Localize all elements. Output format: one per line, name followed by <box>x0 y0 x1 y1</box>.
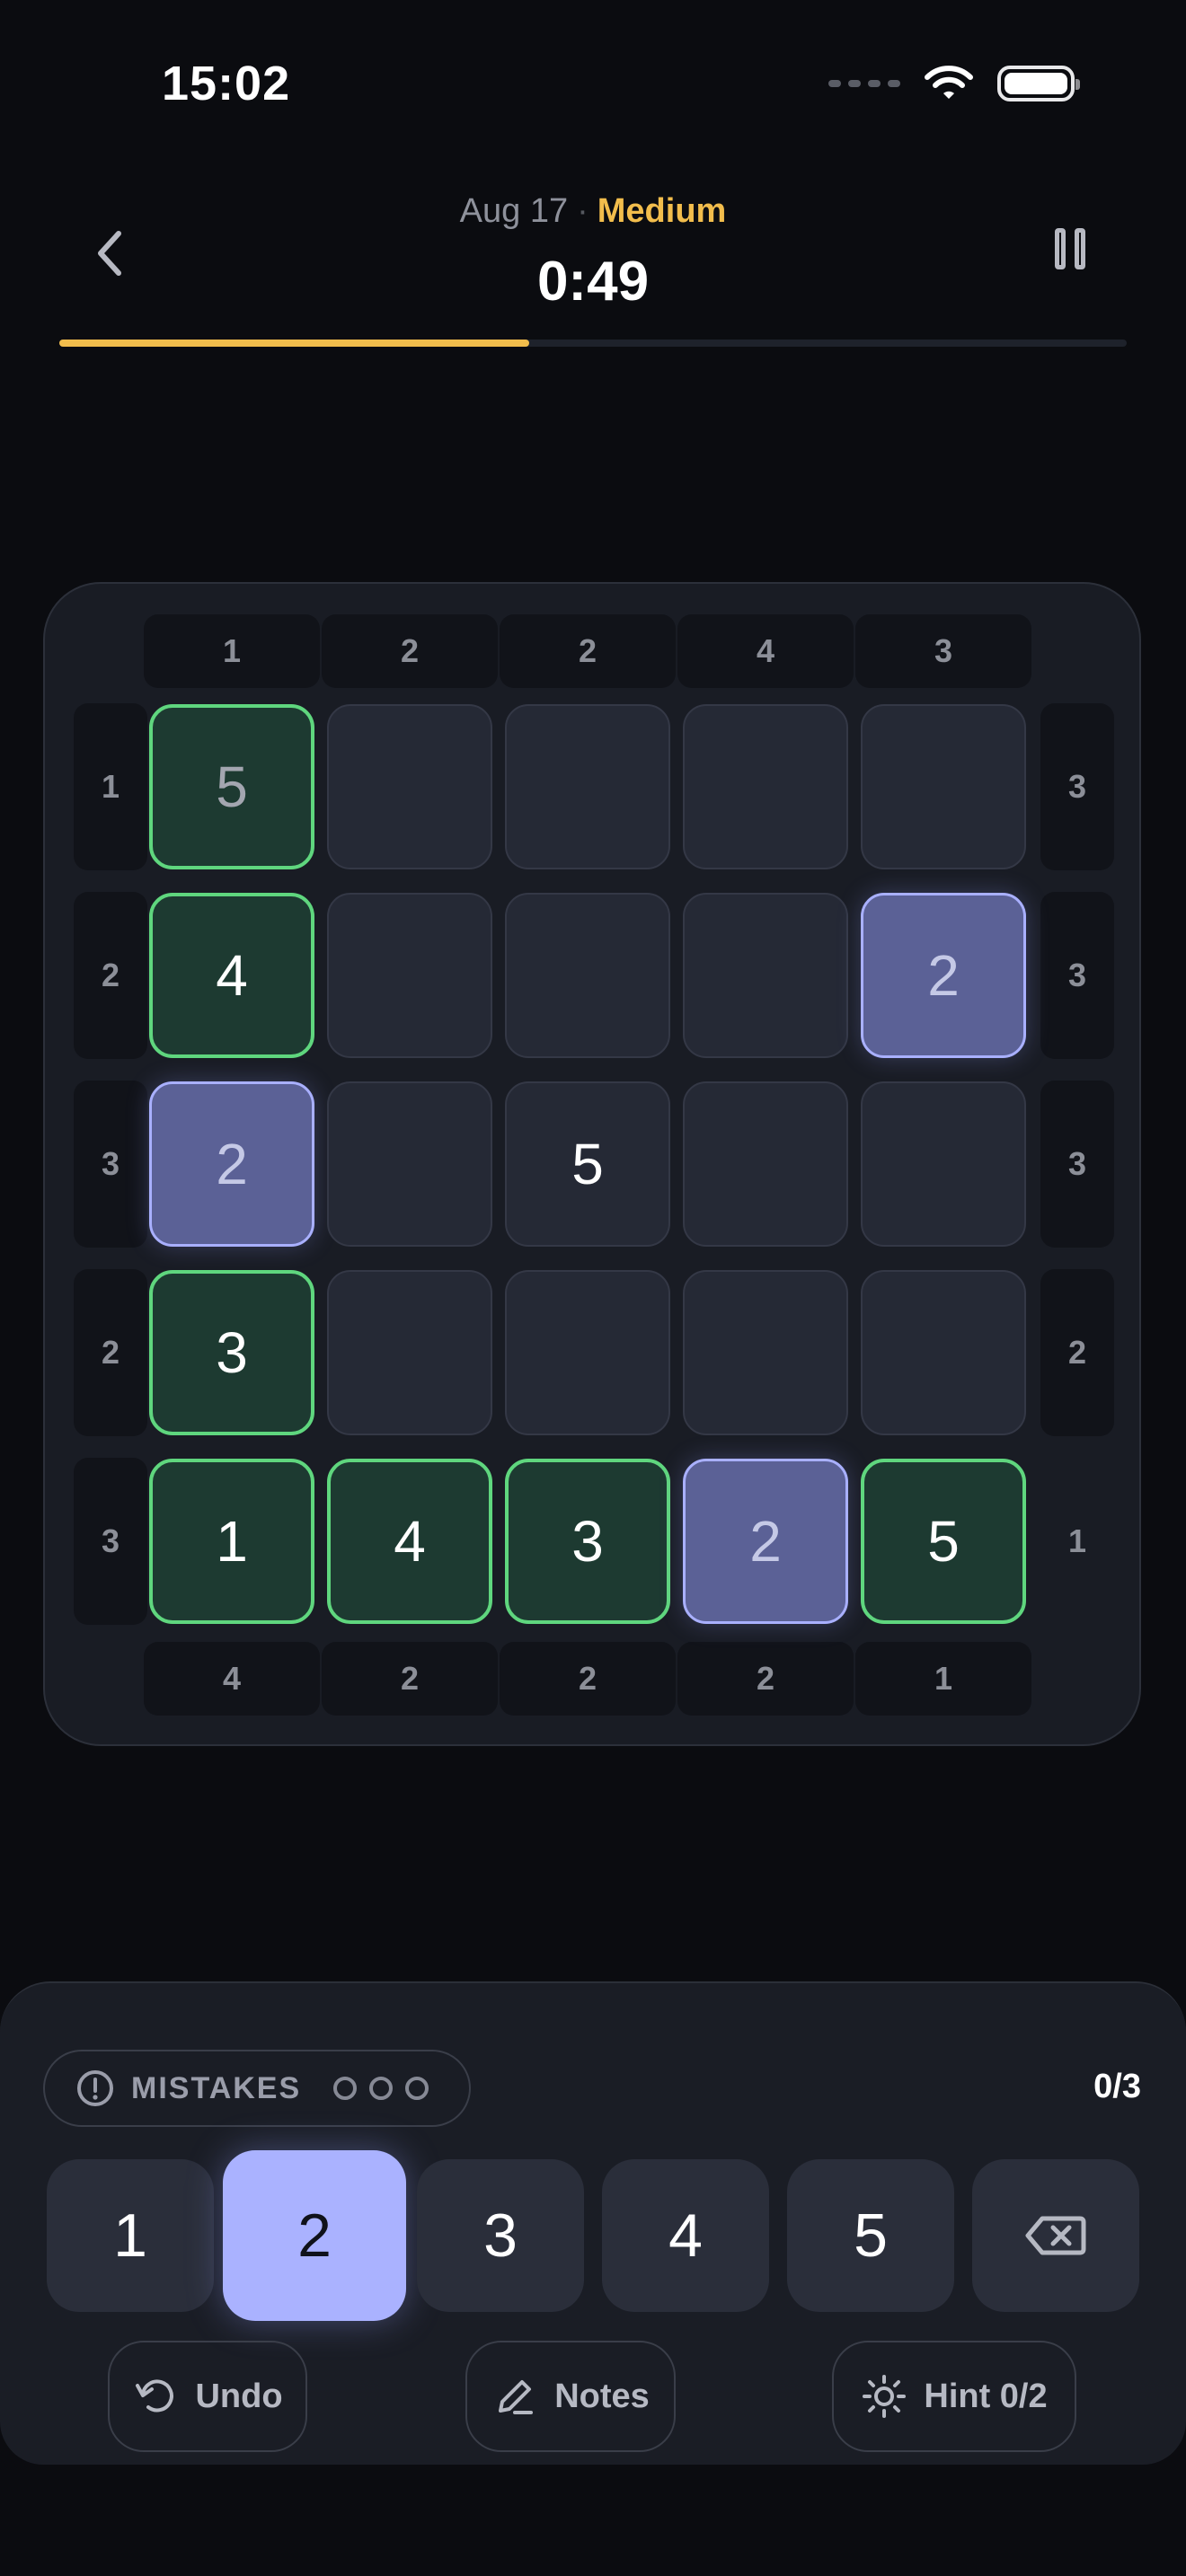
bottom-clue: 2 <box>677 1642 854 1716</box>
grid-cell[interactable] <box>683 1081 848 1247</box>
grid-cell[interactable] <box>861 1081 1026 1247</box>
alert-icon <box>77 2070 113 2106</box>
grid-cell[interactable]: 5 <box>149 704 314 869</box>
puzzle-meta: Aug 17 · Medium <box>0 192 1186 231</box>
signal-icon <box>828 80 900 87</box>
grid-cell[interactable] <box>861 1270 1026 1435</box>
left-clue: 3 <box>74 1081 147 1248</box>
right-clue: 1 <box>1067 1522 1087 1559</box>
top-clue: 3 <box>855 614 1031 688</box>
puzzle-date: Aug 17 <box>459 192 569 230</box>
number-key-4[interactable]: 4 <box>602 2159 769 2312</box>
status-time: 15:02 <box>162 57 291 110</box>
grid-cell[interactable]: 2 <box>861 893 1026 1058</box>
hint-button[interactable]: Hint 0/2 <box>832 2341 1076 2452</box>
mistake-dot <box>333 2077 358 2100</box>
top-clue: 2 <box>500 614 676 688</box>
left-clue: 2 <box>74 1269 147 1436</box>
delete-button[interactable] <box>972 2159 1139 2312</box>
notes-button[interactable]: Notes <box>465 2341 676 2452</box>
grid-cell[interactable]: 4 <box>327 1459 492 1624</box>
sun-icon <box>863 2375 907 2418</box>
grid-cell[interactable]: 4 <box>149 893 314 1058</box>
undo-button[interactable]: Undo <box>108 2341 307 2452</box>
number-key-2[interactable]: 2 <box>223 2150 406 2321</box>
bottom-clue: 2 <box>322 1642 498 1716</box>
backspace-icon <box>1025 2216 1086 2255</box>
number-pad: 12345 <box>47 2150 1143 2330</box>
right-clue: 2 <box>1040 1269 1114 1436</box>
pencil-icon <box>499 2380 534 2414</box>
number-key-5[interactable]: 5 <box>787 2159 954 2312</box>
game-timer: 0:49 <box>536 251 650 313</box>
grid-cell[interactable] <box>327 704 492 869</box>
number-key-1[interactable]: 1 <box>47 2159 214 2312</box>
notes-label: Notes <box>554 2377 650 2415</box>
grid-cell[interactable]: 5 <box>861 1459 1026 1624</box>
grid-cell[interactable] <box>683 1270 848 1435</box>
progress-fill <box>59 340 529 347</box>
right-clue: 3 <box>1040 703 1114 870</box>
progress-bar <box>59 340 1127 347</box>
status-icons <box>828 65 1080 102</box>
bottom-clue: 4 <box>144 1642 320 1716</box>
wifi-icon <box>924 65 974 102</box>
grid-cell[interactable] <box>683 893 848 1058</box>
grid-cell[interactable] <box>505 704 670 869</box>
undo-label: Undo <box>195 2377 283 2415</box>
puzzle-board: 1224342221123233332154225314325 <box>43 582 1141 1746</box>
undo-icon <box>136 2379 174 2413</box>
hint-label: Hint 0/2 <box>924 2377 1048 2415</box>
mistake-dots <box>333 2077 429 2100</box>
grid-cell[interactable]: 3 <box>505 1459 670 1624</box>
grid-cell[interactable] <box>327 1270 492 1435</box>
score-counter: 0/3 <box>1093 2068 1141 2105</box>
mistakes-label: MISTAKES <box>131 2070 302 2105</box>
bottom-clue: 2 <box>500 1642 676 1716</box>
pause-icon <box>1055 228 1066 269</box>
difficulty-label: Medium <box>597 192 727 230</box>
pause-button[interactable] <box>1048 228 1093 278</box>
grid-cell[interactable] <box>683 704 848 869</box>
grid-cell[interactable]: 5 <box>505 1081 670 1247</box>
grid-cell[interactable]: 1 <box>149 1459 314 1624</box>
grid-cell[interactable]: 2 <box>683 1459 848 1624</box>
grid-cell[interactable] <box>505 1270 670 1435</box>
input-panel: MISTAKES 0/3 12345 Undo Notes Hint 0/2 <box>0 1981 1186 2465</box>
grid-cell[interactable] <box>505 893 670 1058</box>
number-key-3[interactable]: 3 <box>417 2159 584 2312</box>
mistake-dot <box>369 2077 394 2100</box>
mistakes-indicator: MISTAKES <box>43 2050 471 2127</box>
grid-cell[interactable]: 3 <box>149 1270 314 1435</box>
grid-cell[interactable] <box>327 1081 492 1247</box>
grid-cell[interactable]: 2 <box>149 1081 314 1247</box>
top-clue: 1 <box>144 614 320 688</box>
top-clue: 2 <box>322 614 498 688</box>
bottom-clue: 1 <box>855 1642 1031 1716</box>
grid-cell[interactable] <box>861 704 1026 869</box>
action-bar: Undo Notes Hint 0/2 <box>0 2341 1186 2454</box>
left-clue: 1 <box>74 703 147 870</box>
meta-separator: · <box>577 192 589 230</box>
right-clue: 3 <box>1040 892 1114 1059</box>
left-clue: 3 <box>74 1458 147 1625</box>
left-clue: 2 <box>74 892 147 1059</box>
mistake-dot <box>405 2077 429 2100</box>
battery-icon <box>997 66 1080 101</box>
top-clue: 4 <box>677 614 854 688</box>
grid-cell[interactable] <box>327 893 492 1058</box>
right-clue: 3 <box>1040 1081 1114 1248</box>
